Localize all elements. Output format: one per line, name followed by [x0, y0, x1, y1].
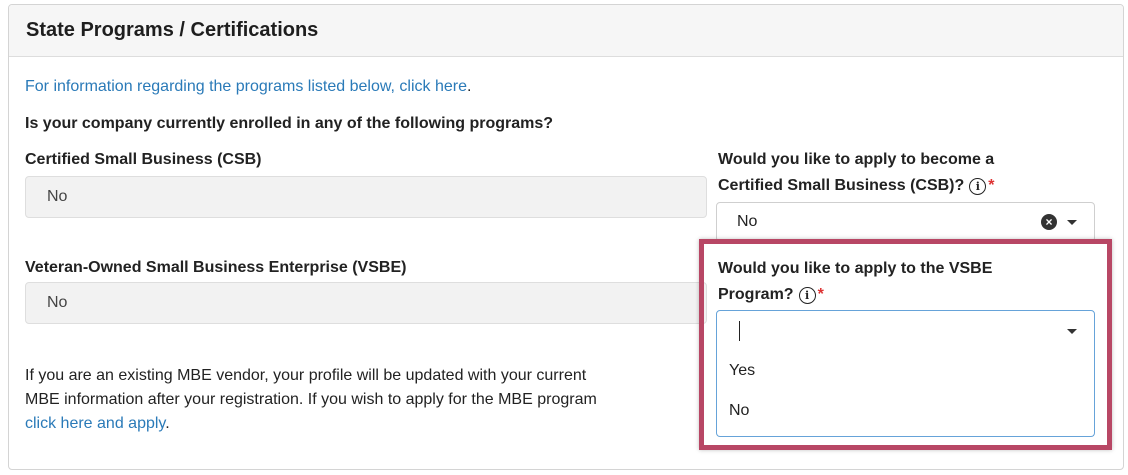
- vsbe-enrolled-value: No: [47, 294, 68, 311]
- required-marker: *: [988, 177, 995, 194]
- csb-apply-select[interactable]: No ×: [716, 202, 1095, 242]
- mbe-line1: If you are an existing MBE vendor, your …: [25, 367, 587, 384]
- csb-apply-label-line2: Certified Small Business (CSB)?: [718, 177, 965, 194]
- panel-title: State Programs / Certifications: [26, 19, 319, 41]
- caret-down-icon[interactable]: [1067, 220, 1077, 225]
- clear-circle-icon[interactable]: ×: [1041, 214, 1057, 230]
- mbe-paragraph: If you are an existing MBE vendor, your …: [25, 364, 597, 436]
- csb-enrolled-field: No: [25, 176, 707, 218]
- vsbe-enrolled-field: No: [25, 282, 707, 324]
- csb-enrolled-value: No: [47, 188, 68, 205]
- info-period: .: [466, 78, 472, 95]
- mbe-period: .: [165, 415, 170, 432]
- vsbe-label: Veteran-Owned Small Business Enterprise …: [25, 259, 407, 276]
- highlight-box: [699, 239, 1112, 450]
- csb-label: Certified Small Business (CSB): [25, 151, 262, 168]
- csb-apply-label: Would you like to apply to become a Cert…: [718, 148, 995, 198]
- info-icon[interactable]: i: [969, 178, 987, 195]
- info-line: For information regarding the programs l…: [25, 78, 471, 96]
- programs-info-link[interactable]: For information regarding the programs l…: [25, 78, 467, 95]
- mbe-apply-link[interactable]: click here and apply: [25, 415, 165, 432]
- csb-apply-label-line1: Would you like to apply to become a: [718, 151, 995, 168]
- csb-apply-selected-value: No: [737, 213, 758, 230]
- enrollment-question: Is your company currently enrolled in an…: [25, 115, 554, 132]
- panel-header: State Programs / Certifications: [9, 5, 1123, 57]
- mbe-line2: MBE information after your registration.…: [25, 391, 597, 408]
